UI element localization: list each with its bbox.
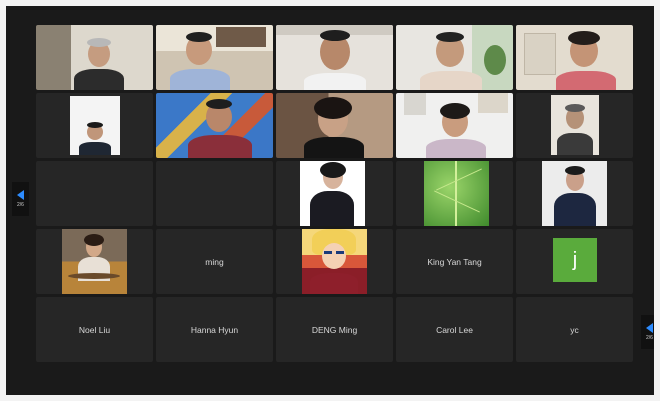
video-tile[interactable]: Noel Liu — [36, 297, 153, 362]
video-tile-empty[interactable] — [156, 161, 273, 226]
arrow-left-icon — [17, 190, 24, 200]
profile-photo — [300, 161, 365, 226]
video-feed — [276, 25, 393, 90]
video-feed — [516, 25, 633, 90]
video-tile[interactable]: Carol Lee — [396, 297, 513, 362]
participant-name: King Yan Tang — [427, 256, 482, 267]
participant-name: DENG Ming — [311, 324, 358, 335]
profile-photo — [62, 229, 127, 294]
page-indicator: 2/6 — [646, 335, 653, 341]
video-tile[interactable]: DENG Ming — [276, 297, 393, 362]
video-tile[interactable] — [516, 161, 633, 226]
video-tile[interactable]: yc — [516, 297, 633, 362]
video-feed — [396, 25, 513, 90]
video-tile[interactable] — [516, 25, 633, 90]
video-tile[interactable] — [276, 25, 393, 90]
previous-page-button[interactable]: 2/6 — [12, 182, 29, 216]
zoom-gallery-window: ming King Yan Tang j Noel Liu Hanna Hyun… — [6, 6, 654, 395]
video-tile[interactable] — [396, 25, 513, 90]
participant-name: ming — [205, 256, 224, 267]
video-tile[interactable]: ming — [156, 229, 273, 294]
participant-name: yc — [570, 324, 579, 335]
avatar: j — [553, 238, 597, 282]
profile-photo — [542, 161, 607, 226]
video-feed — [551, 95, 599, 155]
video-tile[interactable] — [276, 93, 393, 158]
video-feed — [156, 25, 273, 90]
next-page-button[interactable]: 2/6 — [641, 315, 654, 349]
video-tile[interactable] — [396, 93, 513, 158]
profile-photo — [424, 161, 489, 226]
video-tile[interactable]: Hanna Hyun — [156, 297, 273, 362]
video-tile[interactable] — [276, 229, 393, 294]
video-tile-empty[interactable] — [36, 161, 153, 226]
profile-photo — [302, 229, 367, 294]
page-indicator: 2/6 — [17, 202, 24, 208]
video-feed — [156, 93, 273, 158]
participant-name: Carol Lee — [436, 324, 473, 335]
video-tile[interactable] — [156, 25, 273, 90]
video-tile[interactable]: j — [516, 229, 633, 294]
video-tile[interactable] — [516, 93, 633, 158]
arrow-left-icon — [646, 323, 653, 333]
video-feed — [36, 25, 153, 90]
participant-name: Noel Liu — [78, 324, 111, 335]
gallery-grid: ming King Yan Tang j Noel Liu Hanna Hyun… — [36, 25, 633, 362]
video-tile[interactable] — [396, 161, 513, 226]
video-tile[interactable] — [36, 25, 153, 90]
video-tile[interactable] — [36, 93, 153, 158]
participant-name: Hanna Hyun — [190, 324, 239, 335]
video-feed — [70, 96, 120, 155]
video-feed — [396, 93, 513, 158]
video-feed — [276, 93, 393, 158]
video-tile[interactable] — [36, 229, 153, 294]
video-tile[interactable]: King Yan Tang — [396, 229, 513, 294]
video-tile[interactable] — [156, 93, 273, 158]
video-tile[interactable] — [276, 161, 393, 226]
